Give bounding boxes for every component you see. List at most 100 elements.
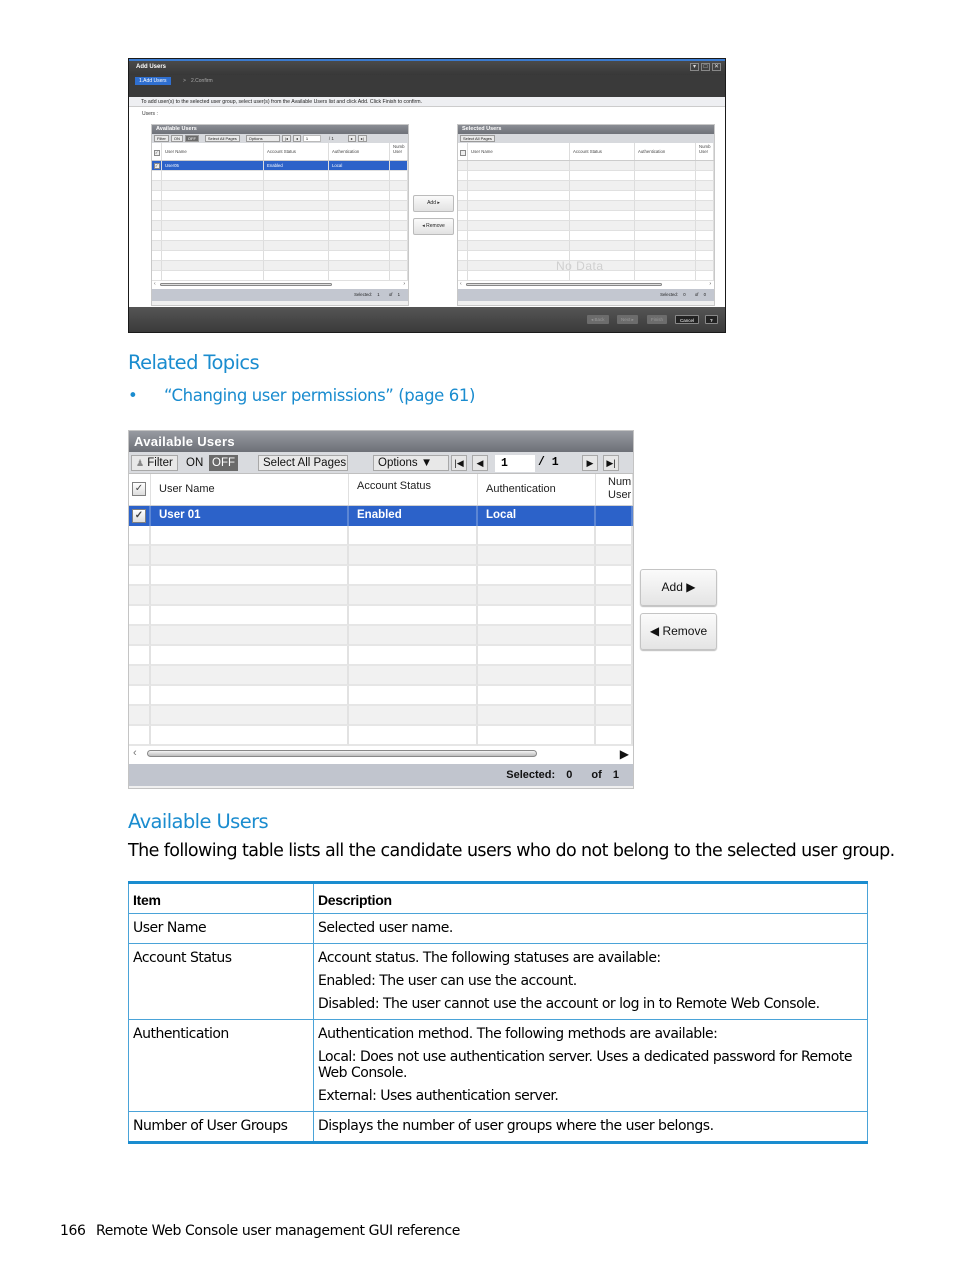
empty-row — [129, 666, 633, 686]
description-table: Item Description User Name Selected user… — [128, 881, 868, 1144]
selected-count: 1 — [377, 292, 380, 297]
table-row[interactable]: ✓ User 01 Enabled Local — [129, 506, 633, 526]
mini-col-user-name[interactable]: User Name — [162, 143, 264, 160]
scroll-left-icon[interactable]: ‹ — [460, 281, 462, 287]
select-all-pages-button[interactable]: Select All Pages — [258, 455, 348, 471]
mini-select-all-checkbox[interactable]: ✓ — [154, 150, 160, 156]
col-num-user-groups[interactable]: Numb User — [596, 474, 633, 505]
empty-row — [152, 241, 408, 251]
mini-first-page-icon[interactable]: |◂ — [281, 135, 291, 142]
cell-account-status: Enabled — [264, 161, 329, 170]
header-description: Description — [313, 882, 868, 914]
related-topic-link[interactable]: “Changing user permissions” (page 61) — [164, 386, 475, 405]
mini-col-num-user-groups[interactable]: Numb User — [696, 143, 714, 160]
scroll-left-icon[interactable]: ‹ — [133, 747, 137, 759]
related-topic-item: • “Changing user permissions” (page 61) — [128, 386, 475, 405]
empty-row — [129, 626, 633, 646]
mini-filter-button[interactable]: Filter — [154, 135, 169, 142]
scroll-thumb[interactable] — [466, 283, 662, 286]
mini-col-account-status[interactable]: Account Status — [570, 143, 635, 160]
mini-last-page-icon[interactable]: ▸| — [357, 135, 367, 142]
filter-on-toggle[interactable]: ON — [186, 455, 203, 471]
mini-selected-title: Selected Users — [458, 125, 714, 134]
mini-col-authentication[interactable]: Authentication — [329, 143, 390, 160]
mini-remove-button[interactable]: ◂ Remove — [413, 218, 454, 235]
remove-button[interactable]: ◀ Remove — [640, 613, 717, 650]
empty-row — [152, 181, 408, 191]
scroll-right-icon[interactable]: › — [403, 281, 405, 287]
selected-label: Selected: — [506, 769, 556, 781]
last-page-icon[interactable]: ▶| — [603, 455, 619, 471]
item-cell: User Name — [128, 913, 314, 944]
empty-row — [129, 586, 633, 606]
close-icon[interactable]: ✕ — [712, 63, 721, 71]
page-input[interactable]: 1 — [495, 455, 535, 472]
row-checkbox[interactable]: ✓ — [154, 163, 160, 169]
next-button[interactable]: Next ▸ — [617, 315, 638, 324]
filter-off-toggle[interactable]: OFF — [209, 455, 238, 471]
mini-select-all-checkbox[interactable] — [460, 150, 466, 156]
col-user-name[interactable]: User Name — [151, 474, 349, 505]
chevron-down-icon: ▼ — [420, 457, 433, 469]
finish-button[interactable]: Finish — [647, 315, 668, 324]
prev-page-icon[interactable]: ◀ — [472, 455, 488, 471]
add-button[interactable]: Add ▶ — [640, 569, 717, 606]
mini-table-header: User Name Account Status Authentication … — [458, 143, 714, 161]
item-cell: Account Status — [128, 943, 314, 1020]
mini-filter-on[interactable]: ON — [170, 135, 183, 142]
mini-prev-page-icon[interactable]: ◂ — [292, 135, 301, 142]
horizontal-scrollbar[interactable]: ‹ ▶ — [129, 746, 633, 764]
mini-horizontal-scrollbar[interactable]: ‹ › — [152, 281, 408, 289]
table-row[interactable]: ✓ User05 Enabled Local — [152, 161, 408, 171]
help-button[interactable]: ? — [705, 315, 718, 324]
empty-row — [129, 706, 633, 726]
options-button[interactable]: Options ▼ — [373, 455, 449, 471]
mini-horizontal-scrollbar[interactable]: ‹ › — [458, 281, 714, 289]
related-topics-heading: Related Topics — [128, 351, 260, 374]
col-authentication[interactable]: Authentication — [478, 474, 596, 505]
mini-col-authentication[interactable]: Authentication — [635, 143, 696, 160]
total-count: 1 — [397, 292, 400, 297]
cancel-button[interactable]: Cancel — [675, 315, 700, 324]
table-row: Account Status Account status. The follo… — [128, 943, 868, 1020]
step-add-users: 1.Add Users — [135, 77, 171, 85]
empty-row — [458, 201, 714, 211]
col-account-status[interactable]: Account Status — [349, 474, 478, 505]
mini-page-input[interactable]: 1 — [302, 135, 321, 142]
mini-col-account-status[interactable]: Account Status — [264, 143, 329, 160]
scroll-left-icon[interactable]: ‹ — [154, 281, 156, 287]
empty-row — [458, 221, 714, 231]
mini-col-num-user-groups[interactable]: Numb User — [390, 143, 408, 160]
mini-select-all-pages-button[interactable]: Select All Pages — [204, 135, 240, 142]
next-page-icon[interactable]: ▶ — [582, 455, 598, 471]
dialog-instruction: To add user(s) to the selected user grou… — [129, 97, 725, 107]
empty-row — [152, 191, 408, 201]
mini-options-button[interactable]: Options — [245, 135, 280, 142]
empty-row — [152, 171, 408, 181]
arrow-left-icon: ◀ — [649, 624, 660, 638]
minimize-icon[interactable]: ▾ — [690, 63, 699, 71]
maximize-icon[interactable]: □ — [701, 63, 710, 71]
mini-selected-select-all-button[interactable]: Select All Pages — [460, 135, 495, 142]
row-checkbox[interactable]: ✓ — [132, 509, 146, 523]
selected-count: 0 — [683, 292, 686, 297]
back-button[interactable]: ◂ Back — [587, 315, 609, 324]
scroll-thumb[interactable] — [147, 750, 537, 757]
mini-col-user-name[interactable]: User Name — [468, 143, 570, 160]
select-all-checkbox[interactable]: ✓ — [132, 482, 146, 496]
cell-authentication: Local — [478, 506, 596, 526]
mini-available-table: ✓ User Name Account Status Authenticatio… — [152, 143, 408, 289]
mini-filter-off[interactable]: OFF — [184, 135, 199, 142]
empty-row — [129, 566, 633, 586]
scroll-thumb[interactable] — [160, 283, 332, 286]
mini-add-button[interactable]: Add ▸ — [413, 195, 454, 212]
add-users-dialog: Add Users ▾ □ ✕ 1.Add Users > 2.Confirm … — [128, 58, 726, 333]
mini-next-page-icon[interactable]: ▸ — [347, 135, 356, 142]
available-users-heading: Available Users — [128, 810, 269, 833]
scroll-right-icon[interactable]: ▶ — [620, 747, 629, 761]
scroll-right-icon[interactable]: › — [709, 281, 711, 287]
wizard-steps: 1.Add Users > 2.Confirm — [129, 75, 725, 97]
cell-authentication: Local — [329, 161, 390, 170]
first-page-icon[interactable]: |◀ — [451, 455, 467, 471]
filter-button[interactable]: ♟ Filter — [131, 455, 178, 471]
